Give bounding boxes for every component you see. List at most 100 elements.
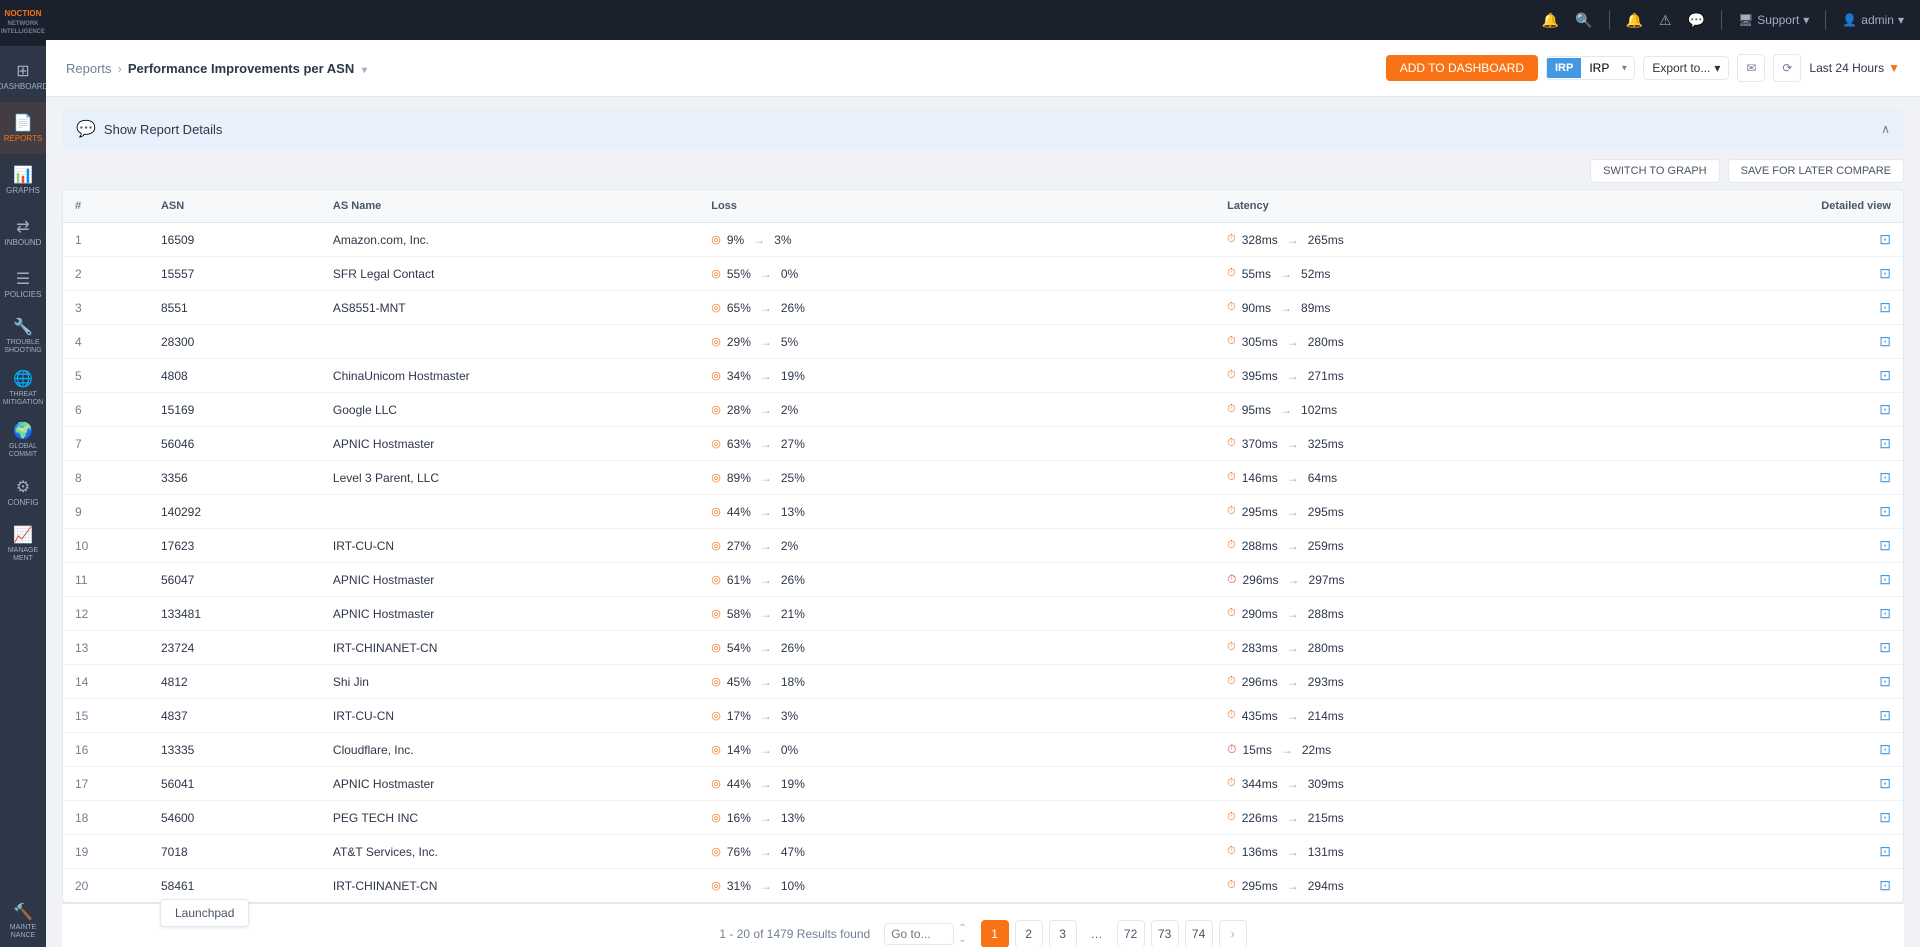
cell-asname: IRT-CHINANET-CN [321,631,699,665]
latency-to: 280ms [1308,641,1344,655]
table-row: 4 28300 ◎ 29% → 5% ⏱ 305ms → 280ms [63,325,1903,359]
loss-from: 45% [727,675,751,689]
breadcrumb-reports[interactable]: Reports [66,61,112,76]
table-row: 19 7018 AT&T Services, Inc. ◎ 76% → 47% … [63,835,1903,869]
detail-view-icon[interactable]: ⊡ [1879,571,1891,587]
cell-asname: APNIC Hostmaster [321,563,699,597]
detail-view-icon[interactable]: ⊡ [1879,265,1891,281]
sidebar-item-global[interactable]: 🌍 GLOBAL COMMIT [0,414,46,466]
cell-loss: ◎ 28% → 2% [699,393,1215,427]
refresh-button[interactable]: ⟳ [1773,54,1801,82]
switch-to-graph-button[interactable]: SWITCH TO GRAPH [1590,159,1720,183]
table-row: 10 17623 IRT-CU-CN ◎ 27% → 2% ⏱ 288ms → … [63,529,1903,563]
sidebar-item-maintenance[interactable]: 🔨 MAINTE NANCE [0,895,46,947]
sidebar-item-management[interactable]: 📈 MANAGE MENT [0,518,46,570]
detail-view-icon[interactable]: ⊡ [1879,503,1891,519]
latency-arrow-icon: → [1287,811,1299,825]
chat-icon[interactable]: 💬 [1688,12,1705,29]
cell-latency: ⏱ 290ms → 288ms [1215,597,1731,631]
breadcrumb-current-page[interactable]: Performance Improvements per ASN ▾ [128,61,367,76]
latency-to: 295ms [1308,505,1344,519]
cell-detail: ⊡ [1731,393,1903,427]
sidebar-item-policies[interactable]: ☰ POLICIES [0,258,46,310]
page-button-2[interactable]: 2 [1015,920,1043,947]
loss-arrow-icon: → [760,437,772,451]
detail-view-icon[interactable]: ⊡ [1879,741,1891,757]
latency-from: 283ms [1242,641,1278,655]
detail-view-icon[interactable]: ⊡ [1879,469,1891,485]
save-for-later-compare-button[interactable]: SAVE FOR LATER COMPARE [1728,159,1904,183]
latency-to: 89ms [1301,301,1330,315]
support-menu[interactable]: 🖥 Support ▾ [1738,13,1809,27]
cell-asn: 8551 [149,291,321,325]
sidebar-item-troubleshooting[interactable]: 🔧 TROUBLE SHOOTING [0,310,46,362]
sidebar-item-inbound[interactable]: ⇄ INBOUND [0,206,46,258]
detail-view-icon[interactable]: ⊡ [1879,367,1891,383]
cell-loss: ◎ 58% → 21% [699,597,1215,631]
latency-icon: ⏱ [1227,233,1236,246]
breadcrumb: Reports › Performance Improvements per A… [66,61,367,76]
loss-from: 31% [727,879,751,893]
detail-view-icon[interactable]: ⊡ [1879,299,1891,315]
cell-loss: ◎ 9% → 3% [699,223,1215,257]
detail-view-icon[interactable]: ⊡ [1879,435,1891,451]
cell-asname: IRT-CU-CN [321,529,699,563]
page-button-74[interactable]: 74 [1185,920,1213,947]
detail-view-icon[interactable]: ⊡ [1879,673,1891,689]
add-to-dashboard-button[interactable]: ADD TO DASHBOARD [1386,55,1538,81]
search-icon[interactable]: 🔍 [1575,12,1592,29]
detail-view-icon[interactable]: ⊡ [1879,707,1891,723]
page-button-73[interactable]: 73 [1151,920,1179,947]
irp-dropdown[interactable]: IRP [1581,57,1634,79]
cell-asname: APNIC Hostmaster [321,427,699,461]
page-button-72[interactable]: 72 [1117,920,1145,947]
detail-view-icon[interactable]: ⊡ [1879,775,1891,791]
cell-num: 3 [63,291,149,325]
cell-detail: ⊡ [1731,223,1903,257]
latency-arrow-icon: → [1288,573,1300,587]
detail-view-icon[interactable]: ⊡ [1879,639,1891,655]
export-dropdown[interactable]: Export to... ▾ [1643,56,1729,80]
detail-view-icon[interactable]: ⊡ [1879,231,1891,247]
detail-view-icon[interactable]: ⊡ [1879,605,1891,621]
detail-view-icon[interactable]: ⊡ [1879,843,1891,859]
cell-num: 9 [63,495,149,529]
latency-arrow-icon: → [1287,335,1299,349]
latency-arrow-icon: → [1287,539,1299,553]
launchpad-button[interactable]: Launchpad [160,899,249,927]
next-page-button[interactable]: › [1219,920,1247,947]
sidebar-item-reports[interactable]: 📄 REPORTS [0,102,46,154]
report-details-collapse-icon[interactable]: ∧ [1881,122,1890,136]
detail-view-icon[interactable]: ⊡ [1879,401,1891,417]
email-button[interactable]: ✉ [1737,54,1765,82]
cell-asn: 17623 [149,529,321,563]
results-info: 1 - 20 of 1479 Results found [719,927,870,941]
page-button-1[interactable]: 1 [981,920,1009,947]
detail-view-icon[interactable]: ⊡ [1879,877,1891,893]
latency-to: 22ms [1302,743,1331,757]
sidebar-item-dashboard[interactable]: ⊞ DASHBOARD [0,50,46,102]
cell-loss: ◎ 27% → 2% [699,529,1215,563]
sidebar-item-threat[interactable]: 🌐 THREAT MITIGATION [0,362,46,414]
header-actions: ADD TO DASHBOARD IRP IRP Export to... ▾ … [1386,54,1900,82]
time-filter[interactable]: Last 24 Hours ▼ [1809,61,1900,75]
cell-num: 13 [63,631,149,665]
page-button-3[interactable]: 3 [1049,920,1077,947]
detail-view-icon[interactable]: ⊡ [1879,809,1891,825]
warning-icon[interactable]: ⚠ [1659,12,1672,29]
goto-input[interactable] [884,923,954,945]
table-row: 5 4808 ChinaUnicom Hostmaster ◎ 34% → 19… [63,359,1903,393]
notification-bell-icon[interactable]: 🔔 [1542,12,1559,29]
sidebar-item-config[interactable]: ⚙ CONFIG [0,466,46,518]
detail-view-icon[interactable]: ⊡ [1879,333,1891,349]
graphs-icon: 📊 [13,165,33,185]
admin-menu[interactable]: 👤 admin ▾ [1842,13,1904,27]
cell-latency: ⏱ 305ms → 280ms [1215,325,1731,359]
table-row: 15 4837 IRT-CU-CN ◎ 17% → 3% ⏱ 435ms → 2… [63,699,1903,733]
detail-view-icon[interactable]: ⊡ [1879,537,1891,553]
latency-icon: ⏱ [1227,641,1236,654]
loss-icon: ◎ [711,267,721,280]
sidebar-item-graphs[interactable]: 📊 GRAPHS [0,154,46,206]
alert-bell-icon[interactable]: 🔔 [1626,12,1643,29]
cell-asn: 13335 [149,733,321,767]
